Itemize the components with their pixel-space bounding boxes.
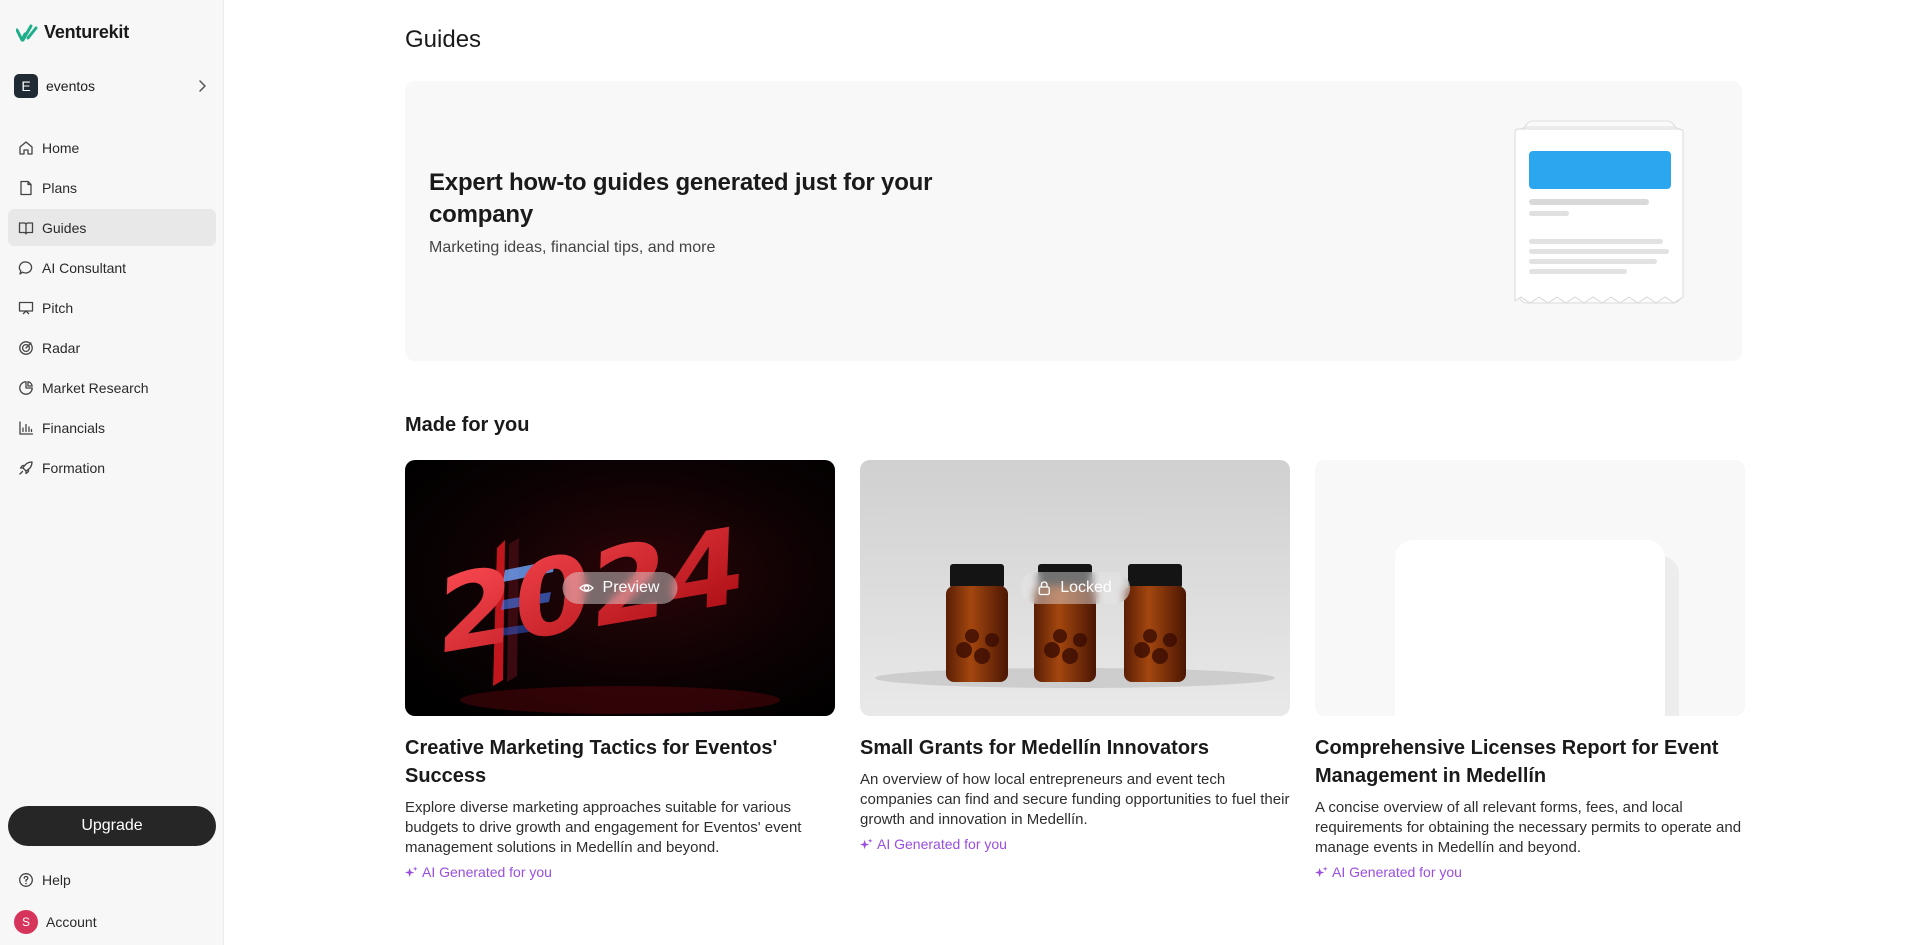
- radar-icon: [19, 340, 33, 355]
- sidebar-item-formation[interactable]: Formation: [8, 449, 216, 486]
- sidebar-item-label: Pitch: [42, 299, 74, 316]
- avatar: S: [14, 910, 38, 934]
- sidebar-item-pitch[interactable]: Pitch: [8, 289, 216, 326]
- sidebar-item-label: Market Research: [42, 379, 149, 396]
- sparkle-icon: [405, 865, 418, 877]
- upgrade-button[interactable]: Upgrade: [8, 806, 216, 846]
- workspace-name: eventos: [46, 78, 96, 94]
- guide-card[interactable]: 2024 Preview Creative Marketing Tactics …: [405, 460, 835, 880]
- sidebar-nav: Home Plans Guides AI Consultant Pitch Ra…: [8, 129, 216, 489]
- sidebar-item-label: Radar: [42, 339, 81, 356]
- guide-card[interactable]: Comprehensive Licenses Report for Event …: [1315, 460, 1745, 880]
- sparkle-icon: [1315, 865, 1328, 877]
- chevron-right-icon: [199, 80, 206, 92]
- guide-card-title[interactable]: Comprehensive Licenses Report for Event …: [1315, 734, 1745, 790]
- sidebar-item-label: Plans: [42, 179, 78, 196]
- hero-banner: Expert how-to guides generated just for …: [405, 81, 1742, 361]
- guide-card[interactable]: Locked Small Grants for Medellín Innovat…: [860, 460, 1290, 852]
- guide-document-illustration: [1514, 120, 1684, 304]
- sidebar: Venturekit E eventos Home Plans Guides A…: [0, 0, 224, 945]
- guide-card-image[interactable]: Locked: [860, 460, 1290, 716]
- sparkle-icon: [860, 837, 873, 849]
- help-circle-icon: [19, 873, 33, 887]
- sidebar-item-label: Financials: [42, 419, 106, 436]
- bar-chart-icon: [19, 420, 34, 435]
- home-icon: [19, 140, 33, 155]
- brand-name: Venturekit: [44, 22, 130, 42]
- account-link[interactable]: S Account: [14, 910, 97, 934]
- workspace-switcher[interactable]: E eventos: [14, 74, 210, 98]
- guide-card-title[interactable]: Creative Marketing Tactics for Eventos' …: [405, 734, 835, 790]
- ai-generated-tag: AI Generated for you: [405, 864, 835, 880]
- guide-card-title[interactable]: Small Grants for Medellín Innovators: [860, 734, 1290, 762]
- locked-badge[interactable]: Locked: [1020, 572, 1130, 604]
- sidebar-item-financials[interactable]: Financials: [8, 409, 216, 446]
- preview-button[interactable]: Preview: [562, 572, 678, 604]
- section-title: Made for you: [405, 414, 530, 436]
- page-title: Guides: [405, 26, 482, 53]
- sidebar-item-radar[interactable]: Radar: [8, 329, 216, 366]
- sidebar-item-label: Guides: [42, 219, 87, 236]
- main-content: Guides Expert how-to guides generated ju…: [224, 0, 1920, 945]
- rocket-icon: [19, 460, 33, 475]
- sidebar-item-label: Home: [42, 139, 80, 156]
- sidebar-item-guides[interactable]: Guides: [8, 209, 216, 246]
- account-label: Account: [46, 914, 97, 930]
- ai-generated-label: AI Generated for you: [877, 836, 1007, 852]
- guide-card-description: Explore diverse marketing approaches sui…: [405, 799, 802, 856]
- guide-card-description: A concise overview of all relevant forms…: [1315, 799, 1742, 856]
- presentation-icon: [18, 301, 34, 314]
- preview-label: Preview: [602, 579, 660, 596]
- hero-subtitle: Marketing ideas, financial tips, and mor…: [429, 239, 716, 256]
- sidebar-item-label: Formation: [42, 459, 106, 476]
- ai-generated-label: AI Generated for you: [422, 864, 552, 880]
- document-placeholder-illustration: [1315, 460, 1745, 716]
- sidebar-item-home[interactable]: Home: [8, 129, 216, 166]
- help-label: Help: [42, 872, 71, 888]
- venturekit-logo-icon: [16, 24, 38, 41]
- guide-card-description: An overview of how local entrepreneurs a…: [860, 771, 1290, 828]
- eye-icon: [579, 584, 594, 592]
- brand-logo[interactable]: Venturekit: [16, 22, 129, 43]
- guide-card-image[interactable]: [1315, 460, 1745, 716]
- pie-chart-icon: [19, 380, 33, 395]
- workspace-avatar: E: [14, 74, 38, 98]
- ai-generated-label: AI Generated for you: [1332, 864, 1462, 880]
- ai-generated-tag: AI Generated for you: [1315, 864, 1745, 880]
- document-icon: [20, 180, 32, 195]
- help-link[interactable]: Help: [18, 872, 71, 888]
- ai-generated-tag: AI Generated for you: [860, 836, 1290, 852]
- guide-card-image[interactable]: 2024 Preview: [405, 460, 835, 716]
- hero-title: Expert how-to guides generated just for …: [429, 169, 933, 228]
- sidebar-item-label: AI Consultant: [42, 259, 127, 276]
- sidebar-item-plans[interactable]: Plans: [8, 169, 216, 206]
- sidebar-item-ai-consultant[interactable]: AI Consultant: [8, 249, 216, 286]
- sidebar-item-market-research[interactable]: Market Research: [8, 369, 216, 406]
- chat-bubble-icon: [18, 260, 33, 275]
- book-icon: [18, 221, 34, 235]
- locked-label: Locked: [1060, 579, 1112, 596]
- lock-icon: [1038, 581, 1050, 596]
